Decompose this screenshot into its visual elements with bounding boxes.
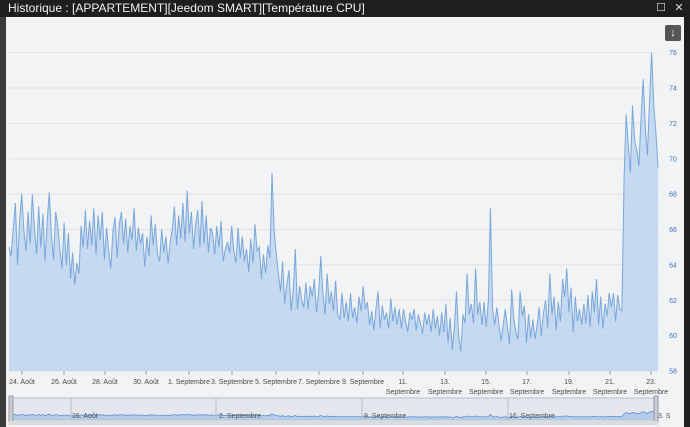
x-tick-label: 24. Août [9,379,35,386]
x-tick-label: 26. Août [51,379,77,386]
y-tick-label: 58 [669,369,677,376]
y-tick-label: 68 [669,192,677,199]
area-fill [9,52,658,371]
window-titlebar: Historique : [APPARTEMENT][Jeedom SMART]… [0,0,690,17]
x-tick-label: Septembre [593,389,627,396]
x-tick-label: Septembre [469,389,503,396]
x-tick-label: 19. [564,379,574,386]
x-tick-label: 13. [440,379,450,386]
x-tick-label: 9. Septembre [342,379,384,386]
y-tick-label: 70 [669,156,677,163]
close-icon[interactable]: ✕ [672,1,686,15]
x-tick-label: 23. [646,379,656,386]
scrollbar-track [9,421,658,425]
x-tick-label: 21. [605,379,615,386]
x-tick-label: 1. Septembre [168,379,210,386]
download-icon[interactable]: ↓ [665,25,681,41]
y-tick-label: 74 [669,86,677,93]
window-title: Historique : [APPARTEMENT][Jeedom SMART]… [8,1,365,15]
x-tick-label: Septembre [428,389,462,396]
x-tick-label: 5. Septembre [255,379,297,386]
x-tick-label: Septembre [634,389,668,396]
navigator-label: 26. Août [72,413,98,420]
navigator-label: 9. Septembre [364,413,406,420]
x-tick-label: 30. Août [133,379,159,386]
x-tick-label: 28. Août [92,379,118,386]
navigator-label: 2. Septembre [219,413,261,420]
x-tick-label: 11. [398,379,407,386]
x-tick-label: Septembre [552,389,586,396]
navigator-label: 16. Septembre [509,413,555,420]
navigator-right-handle[interactable] [653,395,659,423]
y-tick-label: 66 [669,227,677,234]
right-window-edge [684,17,690,427]
x-tick-label: 15. [481,379,491,386]
x-tick-label: 7. Septembre [298,379,340,386]
x-tick-label: Septembre [386,389,420,396]
y-tick-label: 62 [669,298,677,305]
x-tick-label: 3. Septembre [211,379,253,386]
y-tick-label: 76 [669,50,677,57]
history-chart[interactable]: 58 60 62 64 66 68 70 72 74 76 24. Août 26. Août 28. … [6,17,684,427]
y-tick-label: 60 [669,333,677,340]
y-tick-label: 64 [669,262,677,269]
x-tick-label: Septembre [510,389,544,396]
x-tick-label: 17. [522,379,532,386]
navigator-left-handle[interactable] [8,395,14,423]
chart-svg[interactable]: 58 60 62 64 66 68 70 72 74 76 24. Août 26. Août 28. … [6,17,684,427]
maximize-icon[interactable]: ☐ [654,1,668,15]
y-tick-label: 72 [669,121,677,128]
